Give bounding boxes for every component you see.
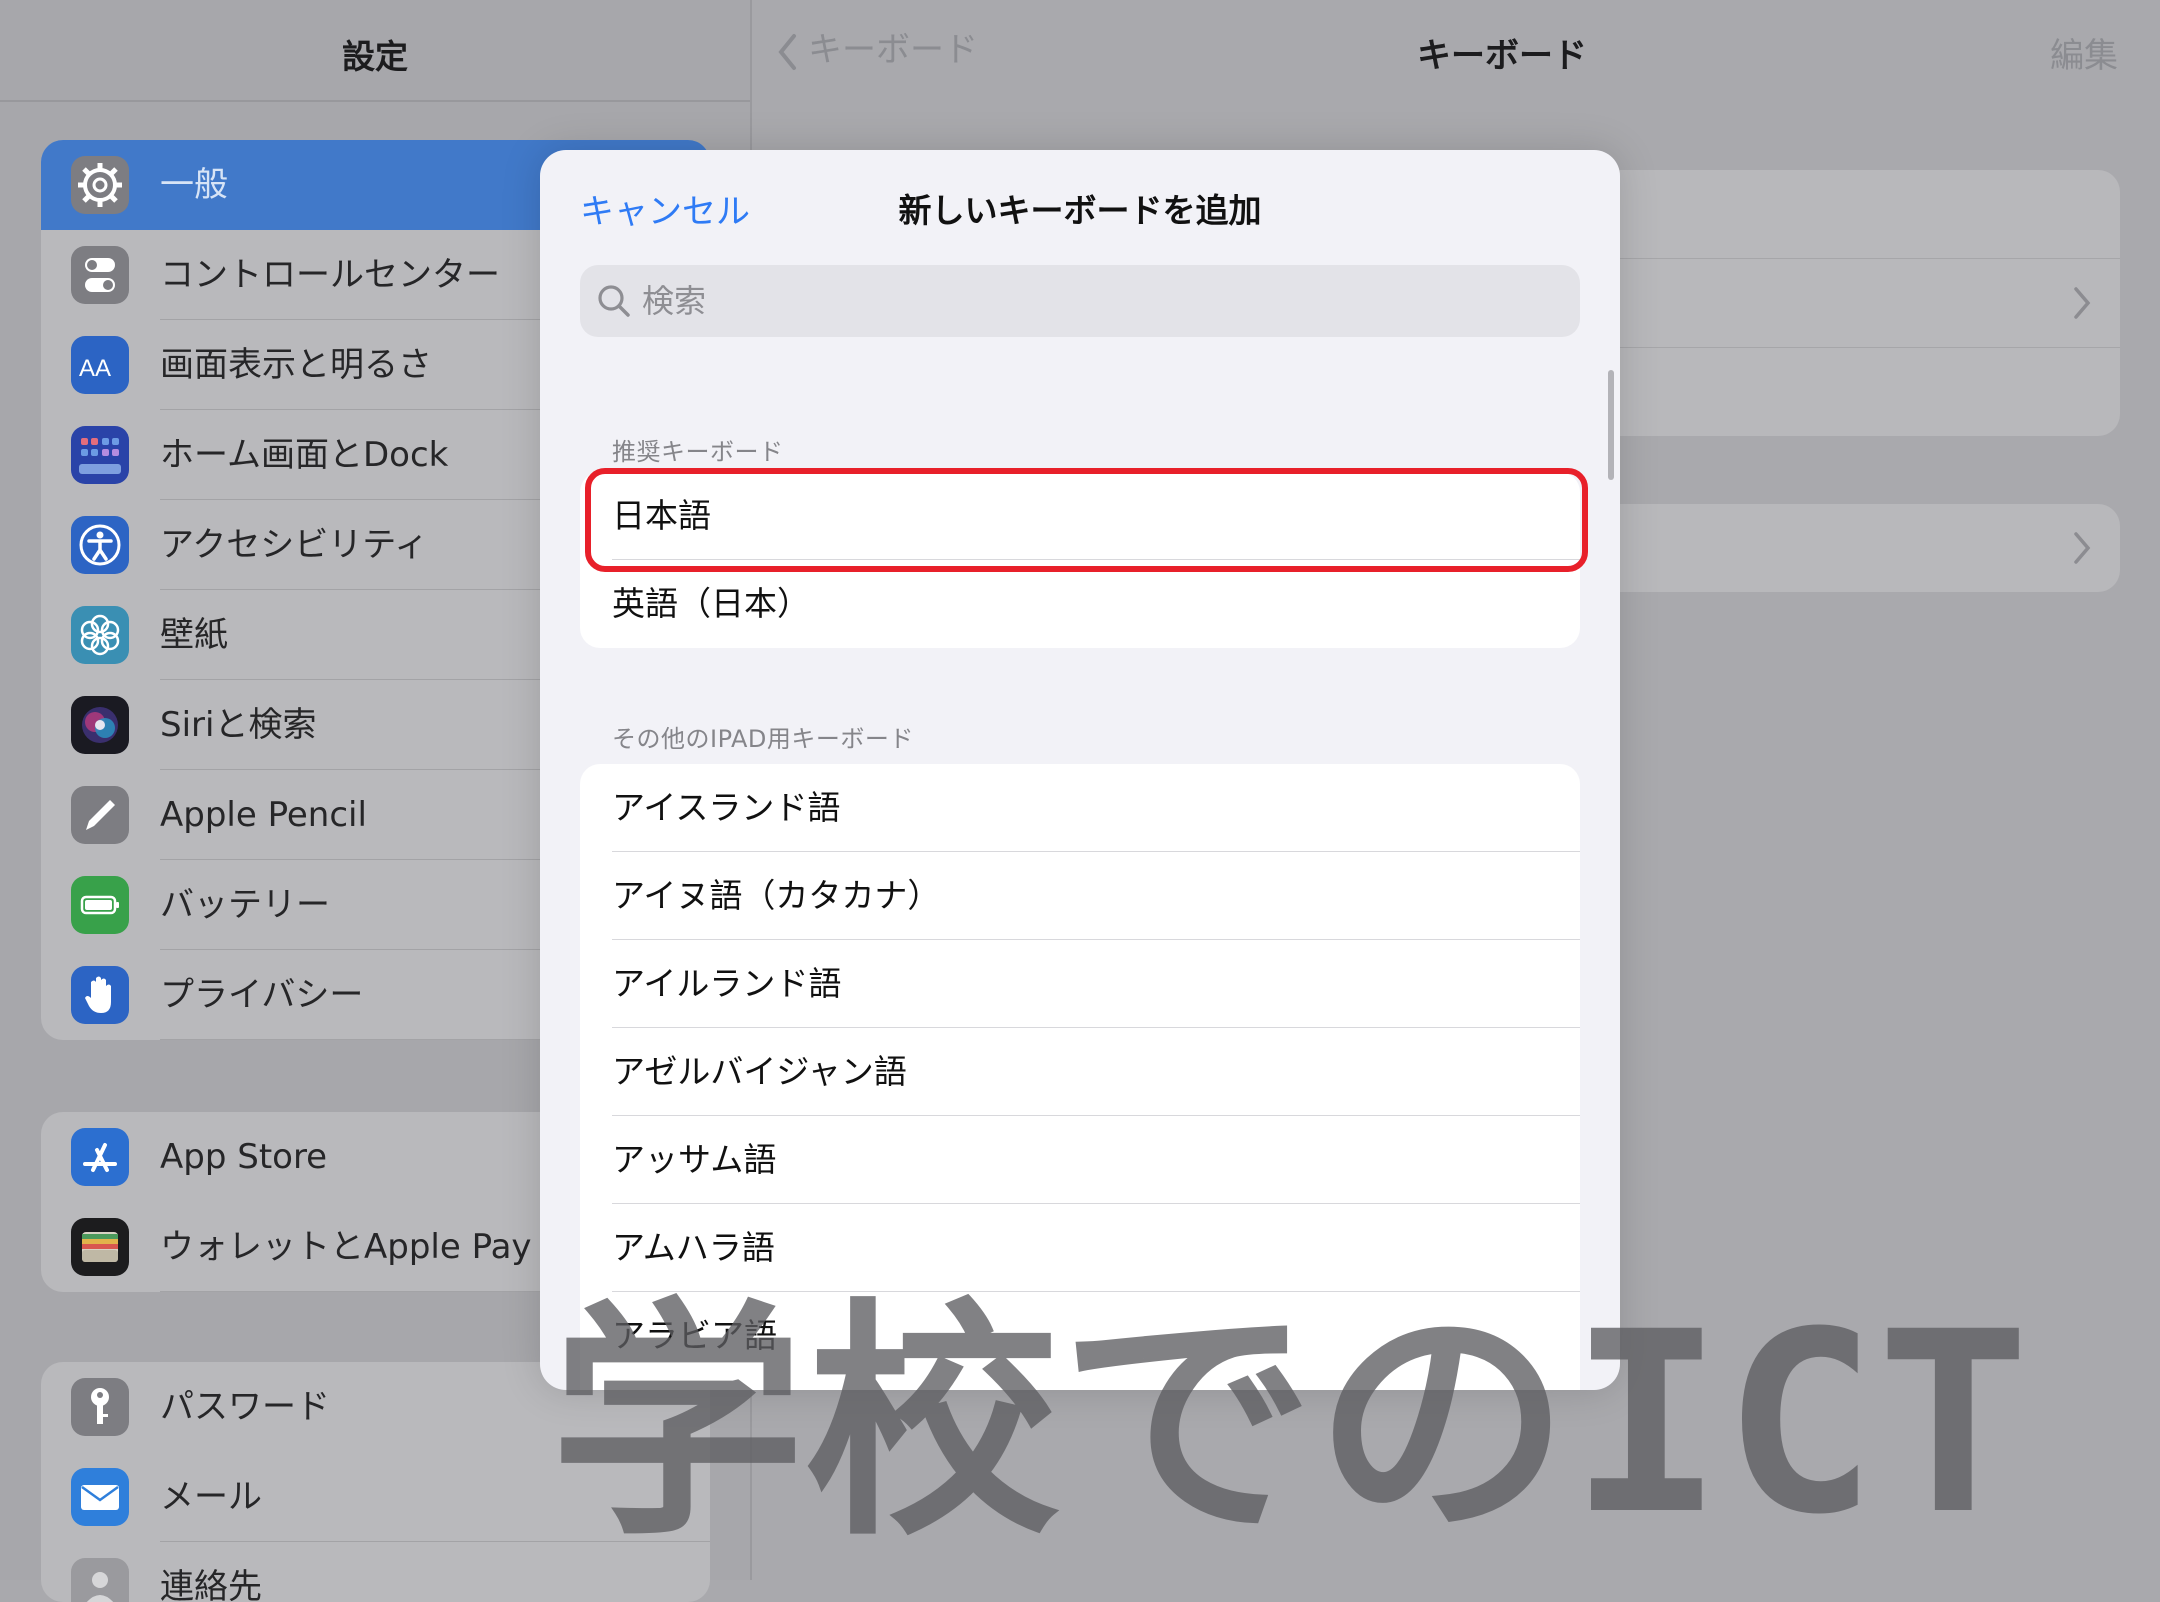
app-store-icon xyxy=(71,1128,129,1186)
sidebar-item-label: 画面表示と明るさ xyxy=(160,345,432,385)
sidebar-item-label: App Store xyxy=(160,1137,328,1177)
list-item[interactable]: アイスランド語 xyxy=(580,764,1580,852)
sidebar-item-label: コントロールセンター xyxy=(160,255,500,295)
list-item[interactable]: 英語（日本） xyxy=(580,560,1580,648)
list-item-label: アイヌ語（カタカナ） xyxy=(612,876,941,915)
search-placeholder: 検索 xyxy=(642,282,707,320)
highlight-box xyxy=(585,468,1588,572)
contacts-icon xyxy=(71,1558,129,1602)
pencil-icon xyxy=(71,786,129,844)
cancel-button[interactable]: キャンセル xyxy=(580,184,750,233)
back-button[interactable]: キーボード xyxy=(776,22,978,78)
scroll-indicator[interactable] xyxy=(1608,370,1614,480)
watermark-text: 学校でのICT xyxy=(550,1278,2030,1569)
add-keyboard-sheet: 新しいキーボードを追加 キャンセル 検索 推奨キーボード 日本語 英語（日本） … xyxy=(540,150,1620,1390)
search-field[interactable]: 検索 xyxy=(580,265,1580,337)
watermark: 学校でのICT xyxy=(550,1270,2070,1570)
list-item-label: アッサム語 xyxy=(612,1140,777,1179)
toggles-icon xyxy=(71,246,129,304)
key-icon xyxy=(71,1378,129,1436)
list-item-label: アイスランド語 xyxy=(612,788,841,827)
other-section-header: その他のIPAD用キーボード xyxy=(612,725,914,753)
list-item-label: 英語（日本） xyxy=(612,584,810,623)
edit-button[interactable]: 編集 xyxy=(2050,28,2118,77)
sidebar-item-label: Apple Pencil xyxy=(160,795,367,835)
page-title: キーボード xyxy=(1417,36,1587,76)
back-button-label: キーボード xyxy=(808,30,978,70)
sidebar-item-label: 一般 xyxy=(160,165,228,205)
siri-icon xyxy=(71,696,129,754)
svg-text:AA: AA xyxy=(79,355,111,382)
sidebar-item-label: アクセシビリティ xyxy=(160,525,429,565)
battery-icon xyxy=(71,876,129,934)
sidebar-item-label: Siriと検索 xyxy=(160,705,317,745)
sidebar-item-label: バッテリー xyxy=(160,885,330,925)
suggested-section-header: 推奨キーボード xyxy=(612,438,784,466)
mail-icon xyxy=(71,1468,129,1526)
list-item[interactable]: アイルランド語 xyxy=(580,940,1580,1028)
flower-icon xyxy=(71,606,129,664)
gear-icon xyxy=(71,156,129,214)
home-grid-icon xyxy=(71,426,129,484)
wallet-icon xyxy=(71,1218,129,1276)
list-item[interactable]: アゼルバイジャン語 xyxy=(580,1028,1580,1116)
sidebar-item-label: ウォレットとApple Pay xyxy=(160,1227,532,1267)
sidebar-item-label: 連絡先 xyxy=(160,1567,262,1602)
sidebar-header: 設定 xyxy=(0,0,750,102)
aa-text-icon: AA xyxy=(71,336,129,394)
sidebar-item-label: 壁紙 xyxy=(160,615,228,655)
detail-nav-bar: キーボード キーボード 編集 xyxy=(752,0,2160,100)
sidebar-item-label: プライバシー xyxy=(160,975,364,1015)
list-item-label: アゼルバイジャン語 xyxy=(612,1052,907,1091)
chevron-right-icon xyxy=(2074,287,2091,319)
sidebar-title: 設定 xyxy=(342,37,408,76)
list-item-label: アイルランド語 xyxy=(612,964,842,1003)
sidebar-item-label: メール xyxy=(160,1477,262,1517)
chevron-right-icon xyxy=(2074,532,2091,564)
hand-icon xyxy=(71,966,129,1024)
chevron-left-icon xyxy=(778,33,796,70)
list-item[interactable]: アッサム語 xyxy=(580,1116,1580,1204)
accessibility-icon xyxy=(71,516,129,574)
list-item[interactable]: アイヌ語（カタカナ） xyxy=(580,852,1580,940)
sidebar-item-label: パスワード xyxy=(160,1387,330,1427)
search-icon xyxy=(598,285,630,317)
sidebar-item-label: ホーム画面とDock xyxy=(160,435,449,475)
